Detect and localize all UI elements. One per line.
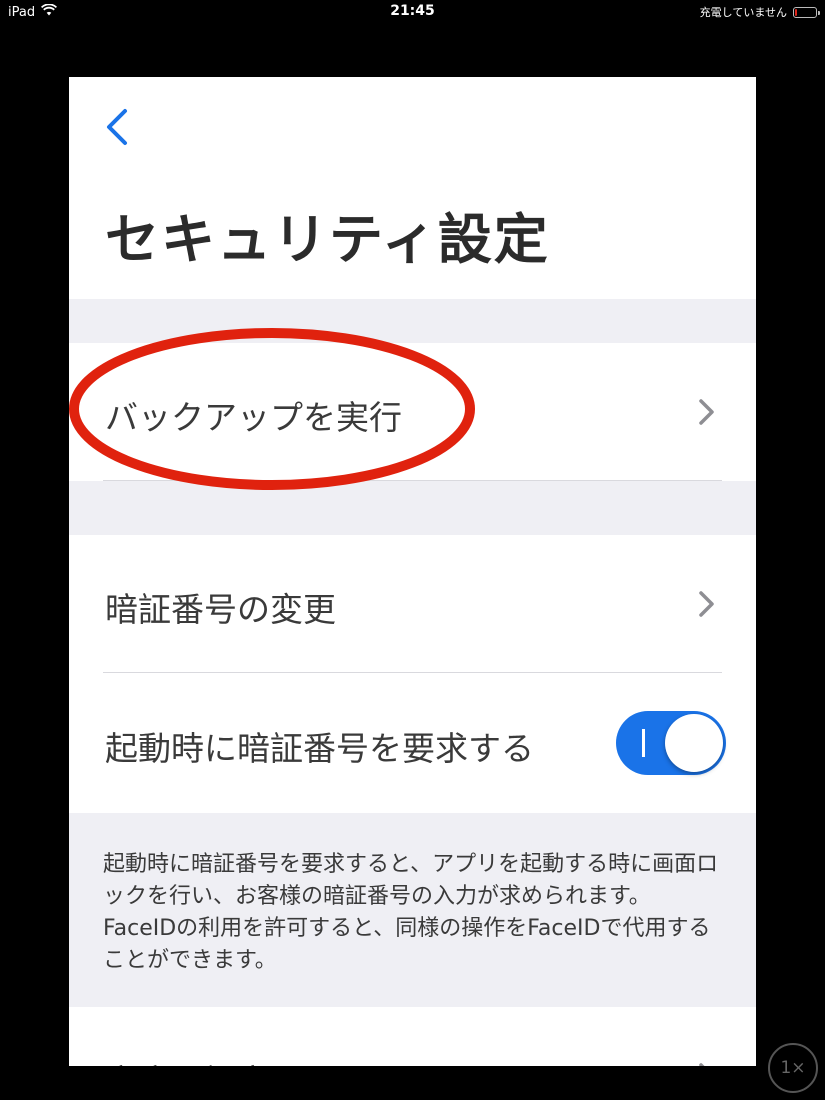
footer-note: 起動時に暗証番号を要求すると、アプリを起動する時に画面ロックを行い、お客様の暗証… (103, 852, 719, 973)
charging-status-text: 充電していません (699, 6, 787, 19)
app-screen: セキュリティ設定 バックアップを実行 暗証番号の変更 起動時に暗証番号を要求する… (69, 77, 756, 1066)
backup-row[interactable]: バックアップを実行 (69, 343, 756, 481)
chevron-right-icon (699, 1063, 705, 1066)
battery-icon (793, 6, 820, 18)
advanced-settings-row-label: 高度な設定 (105, 1055, 270, 1066)
zoom-button[interactable]: 1× (768, 1043, 818, 1093)
row-separator (103, 672, 722, 673)
section-footer: 起動時に暗証番号を要求すると、アプリを起動する時に画面ロックを行い、お客様の暗証… (69, 813, 756, 1007)
require-pin-toggle[interactable] (616, 711, 726, 775)
page-title: セキュリティ設定 (105, 208, 550, 271)
change-pin-row-label: 暗証番号の変更 (105, 590, 336, 629)
chevron-left-icon (107, 109, 127, 145)
toggle-knob (665, 714, 723, 772)
battery-level (795, 8, 797, 16)
status-charging: 充電していません (699, 4, 820, 20)
backup-row-label: バックアップを実行 (105, 398, 402, 437)
toggle-on-mark (642, 729, 645, 757)
section-gap (69, 481, 756, 535)
chevron-right-icon (699, 591, 714, 617)
back-button[interactable] (103, 105, 135, 149)
change-pin-row[interactable]: 暗証番号の変更 (69, 535, 756, 673)
require-pin-row: 起動時に暗証番号を要求する (69, 674, 756, 813)
status-bar: iPad 21:45 充電していません (0, 0, 825, 24)
require-pin-row-label: 起動時に暗証番号を要求する (105, 729, 534, 768)
chevron-right-icon (699, 399, 714, 425)
section-gap (69, 299, 756, 343)
advanced-settings-row[interactable]: 高度な設定 (69, 1007, 756, 1066)
